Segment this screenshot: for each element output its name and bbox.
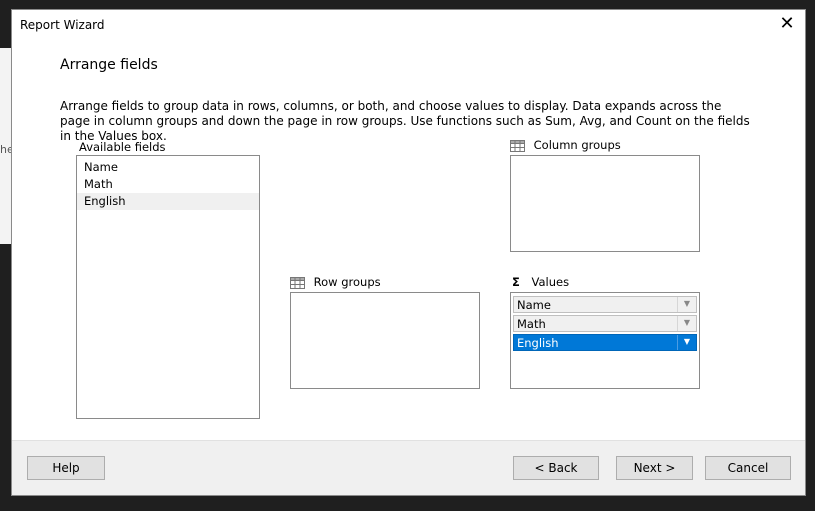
values-row-label: English [517, 336, 559, 350]
row-groups-label: Row groups [313, 275, 381, 289]
values-label: Values [531, 275, 570, 289]
values-row-name[interactable]: Name ▼ [513, 296, 697, 313]
list-item[interactable]: Name [77, 159, 259, 176]
values-header: Σ Values [512, 275, 569, 289]
close-icon[interactable]: ✕ [775, 13, 799, 37]
title-bar: Report Wizard ✕ [12, 10, 805, 40]
column-groups-label: Column groups [533, 138, 621, 152]
next-button[interactable]: Next > [616, 456, 693, 480]
cancel-button[interactable]: Cancel [705, 456, 791, 480]
values-row-math[interactable]: Math ▼ [513, 315, 697, 332]
column-groups-box[interactable] [510, 155, 700, 252]
chevron-down-icon[interactable]: ▼ [677, 335, 696, 350]
values-row-english[interactable]: English ▼ [513, 334, 697, 351]
back-button[interactable]: < Back [513, 456, 599, 480]
chevron-down-icon[interactable]: ▼ [677, 297, 696, 312]
values-row-label: Name [517, 298, 551, 312]
chevron-down-icon[interactable]: ▼ [677, 316, 696, 331]
help-button[interactable]: Help [27, 456, 105, 480]
list-item[interactable]: Math [77, 176, 259, 193]
dialog-title: Report Wizard [20, 18, 105, 32]
dialog-footer: Help < Back Next > Cancel [12, 440, 805, 495]
available-fields-label: Available fields [79, 140, 166, 154]
values-row-label: Math [517, 317, 546, 331]
table-grid-icon [510, 139, 525, 152]
row-groups-header: Row groups [290, 275, 381, 289]
list-item[interactable]: English [77, 193, 259, 210]
row-groups-box[interactable] [290, 292, 480, 389]
sigma-icon: Σ [512, 275, 520, 289]
page-heading: Arrange fields [60, 57, 158, 73]
report-wizard-dialog: Report Wizard ✕ Arrange fields Arrange f… [11, 9, 806, 496]
column-groups-header: Column groups [510, 138, 621, 152]
available-fields-list[interactable]: Name Math English [76, 155, 260, 419]
values-box[interactable]: Name ▼ Math ▼ English ▼ [510, 292, 700, 389]
table-grid-icon [290, 276, 305, 289]
page-description: Arrange fields to group data in rows, co… [60, 99, 750, 143]
